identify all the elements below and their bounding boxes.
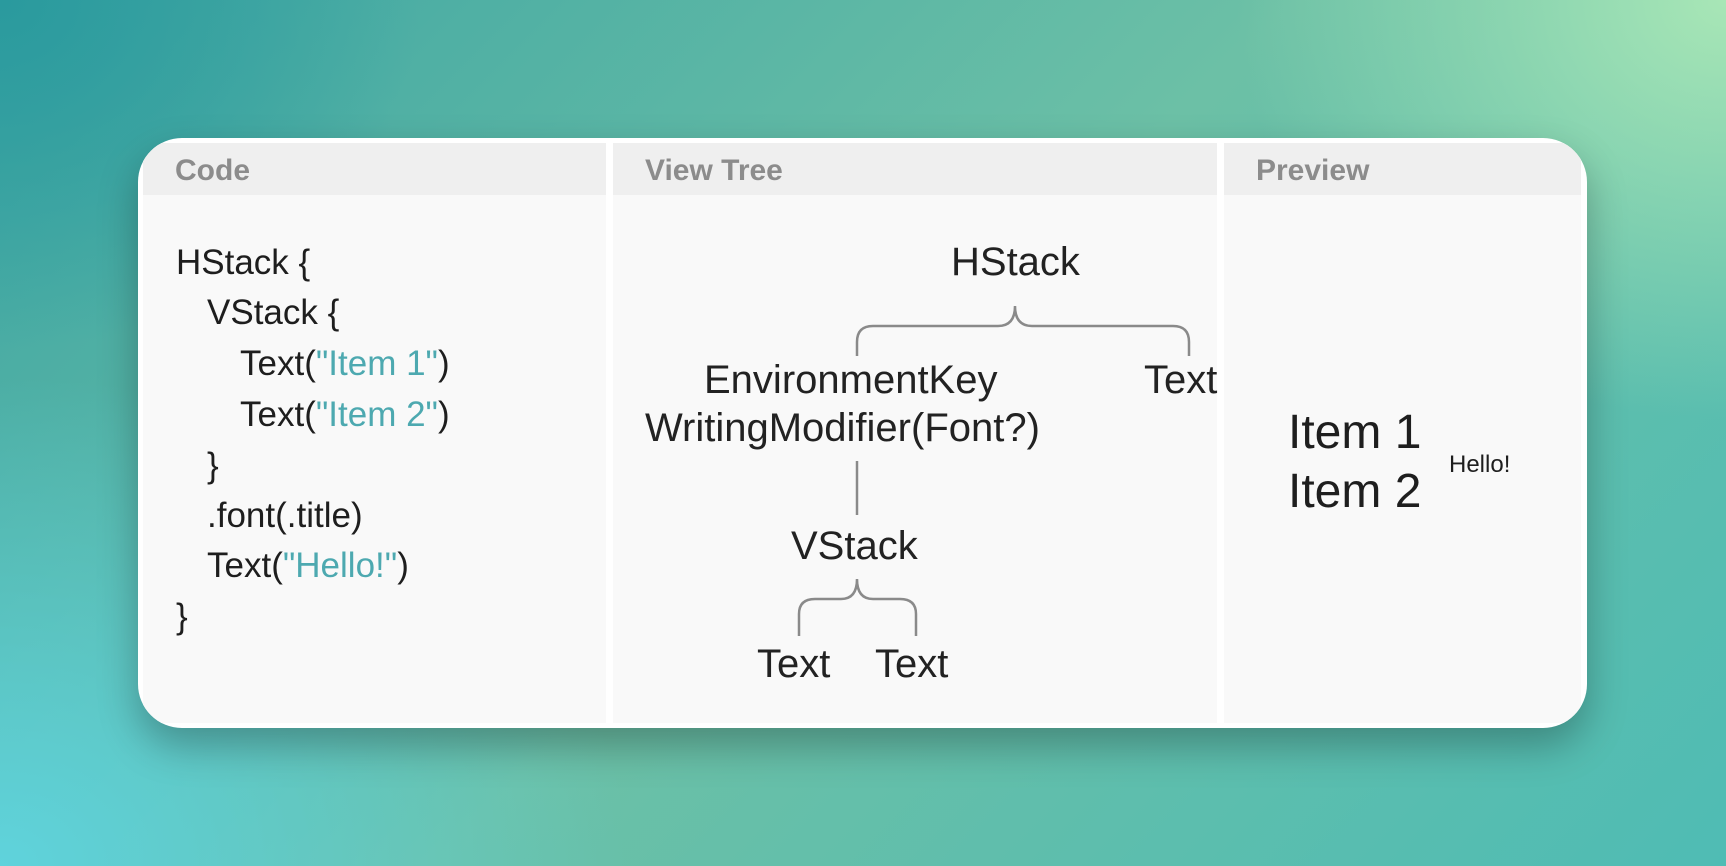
code-panel-header: Code [143, 143, 606, 195]
preview-item-1: Item 1 [1288, 406, 1422, 459]
string-literal: "Item 1" [315, 344, 438, 383]
preview-panel-title: Preview [1256, 154, 1370, 187]
preview-panel: Preview Item 1 Item 2 Hello! [1224, 143, 1581, 723]
code-line: Text("Item 1") [240, 344, 450, 383]
tree-node-text: Text [1144, 358, 1218, 402]
diagram-card: Code HStack { VStack { Text("Item 1") Te… [138, 138, 1587, 728]
tree-node-vstack: VStack [791, 524, 918, 568]
preview-item-2: Item 2 [1288, 465, 1422, 518]
hstack-brace [855, 305, 1191, 356]
code-line: } [207, 446, 219, 485]
tree-node-text: Text [875, 642, 949, 686]
preview-panel-header: Preview [1224, 143, 1581, 195]
code-line: } [176, 597, 188, 636]
preview-hello: Hello! [1449, 451, 1511, 478]
tree-node-text: Text [757, 642, 831, 686]
string-literal: "Item 2" [315, 395, 438, 434]
code-panel: Code HStack { VStack { Text("Item 1") Te… [143, 143, 606, 723]
code-line: Text("Hello!") [207, 546, 409, 585]
view-tree-panel: View Tree HStack EnvironmentKey WritingM… [613, 143, 1217, 723]
vstack-brace [797, 578, 918, 636]
string-literal: "Hello!" [282, 546, 398, 585]
code-line: .font(.title) [207, 496, 363, 535]
code-line: VStack { [207, 293, 340, 332]
tree-node-modifier-line2: WritingModifier(Font?) [645, 406, 1040, 450]
tree-node-hstack: HStack [951, 240, 1080, 284]
code-panel-title: Code [175, 154, 250, 187]
tree-node-modifier-line1: EnvironmentKey [704, 358, 998, 402]
code-line: Text("Item 2") [240, 395, 450, 434]
code-line: HStack { [176, 243, 311, 282]
